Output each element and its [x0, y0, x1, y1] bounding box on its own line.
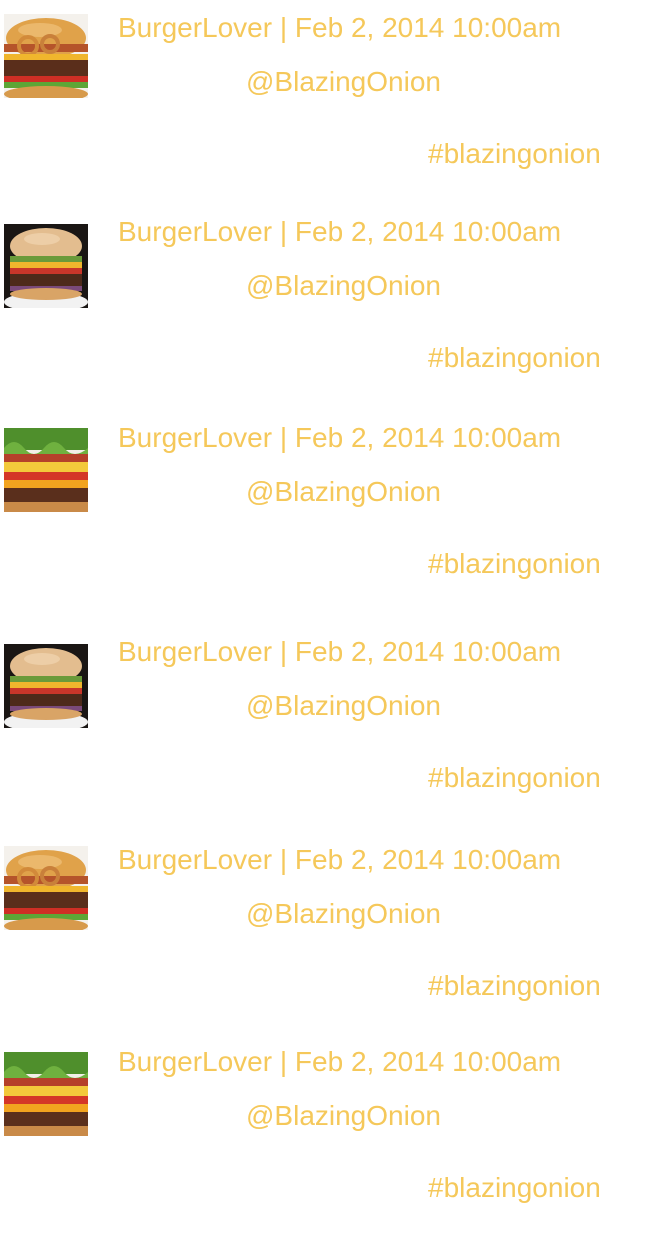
avatar[interactable]	[4, 224, 88, 308]
post-meta: BurgerLover | Feb 2, 2014 10:00am	[118, 12, 562, 43]
lettuce-cheese-burger-photo-icon	[4, 428, 88, 512]
avatar[interactable]	[4, 14, 88, 98]
avatar[interactable]	[4, 644, 88, 728]
post-item: BurgerLover | Feb 2, 2014 10:00am @Blazi…	[0, 204, 666, 404]
cheeseburger-on-plate-photo-icon	[4, 224, 88, 308]
post-handle-link[interactable]: @BlazingOnion	[246, 67, 441, 97]
lettuce-cheese-burger-photo-icon	[4, 1052, 88, 1136]
post-item: BurgerLover | Feb 2, 2014 10:00am @Blazi…	[0, 624, 666, 824]
post-meta: BurgerLover | Feb 2, 2014 10:00am	[118, 216, 562, 247]
post-hashtag-link[interactable]: #blazingonion	[428, 1173, 601, 1203]
post-handle-link[interactable]: @BlazingOnion	[246, 1101, 441, 1131]
post-feed: BurgerLover | Feb 2, 2014 10:00am @Blazi…	[0, 0, 666, 1220]
post-handle-link[interactable]: @BlazingOnion	[246, 899, 441, 929]
post-hashtag-link[interactable]: #blazingonion	[428, 139, 601, 169]
avatar[interactable]	[4, 428, 88, 512]
post-meta: BurgerLover | Feb 2, 2014 10:00am	[118, 422, 562, 453]
post-handle-link[interactable]: @BlazingOnion	[246, 477, 441, 507]
post-item: BurgerLover | Feb 2, 2014 10:00am @Blazi…	[0, 832, 666, 1032]
avatar[interactable]	[4, 846, 88, 930]
bacon-onion-burger-photo-icon	[4, 14, 88, 98]
avatar[interactable]	[4, 1052, 88, 1136]
bacon-onion-burger-photo-icon	[4, 846, 88, 930]
post-hashtag-link[interactable]: #blazingonion	[428, 763, 601, 793]
post-hashtag-link[interactable]: #blazingonion	[428, 343, 601, 373]
post-meta: BurgerLover | Feb 2, 2014 10:00am	[118, 844, 562, 875]
post-handle-link[interactable]: @BlazingOnion	[246, 691, 441, 721]
post-item: BurgerLover | Feb 2, 2014 10:00am @Blazi…	[0, 410, 666, 610]
post-hashtag-link[interactable]: #blazingonion	[428, 549, 601, 579]
post-item: BurgerLover | Feb 2, 2014 10:00am @Blazi…	[0, 0, 666, 200]
post-hashtag-link[interactable]: #blazingonion	[428, 971, 601, 1001]
post-handle-link[interactable]: @BlazingOnion	[246, 271, 441, 301]
cheeseburger-on-plate-photo-icon	[4, 644, 88, 728]
post-meta: BurgerLover | Feb 2, 2014 10:00am	[118, 1046, 562, 1077]
post-meta: BurgerLover | Feb 2, 2014 10:00am	[118, 636, 562, 667]
post-item: BurgerLover | Feb 2, 2014 10:00am @Blazi…	[0, 1034, 666, 1234]
